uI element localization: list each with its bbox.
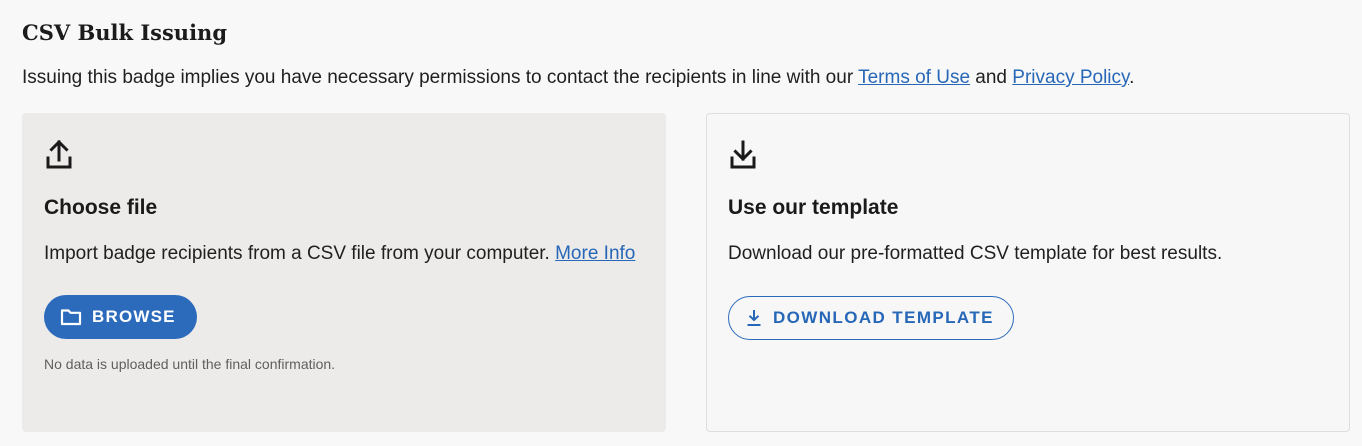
permissions-notice: Issuing this badge implies you have nece… — [22, 65, 1362, 91]
options-cards: Choose file Import badge recipients from… — [22, 113, 1350, 432]
choose-file-card: Choose file Import badge recipients from… — [22, 113, 666, 432]
permissions-notice-text: Issuing this badge implies you have nece… — [22, 67, 859, 88]
template-card: Use our template Download our pre-format… — [706, 113, 1350, 432]
upload-icon — [46, 139, 72, 169]
choose-file-heading: Choose file — [44, 196, 158, 219]
choose-file-description-text: Import badge recipients from a CSV file … — [44, 243, 556, 264]
and-text: and — [970, 67, 1013, 88]
folder-icon — [60, 309, 82, 326]
privacy-policy-link[interactable]: Privacy Policy — [1012, 67, 1129, 88]
upload-note: No data is uploaded until the final conf… — [44, 356, 336, 372]
download-small-icon — [747, 310, 761, 326]
more-info-link[interactable]: More Info — [555, 243, 635, 264]
browse-button-label: BROWSE — [92, 307, 176, 326]
choose-file-description: Import badge recipients from a CSV file … — [44, 240, 644, 267]
period-text: . — [1129, 67, 1135, 88]
download-template-button[interactable]: DOWNLOAD TEMPLATE — [728, 296, 1014, 340]
browse-button[interactable]: BROWSE — [44, 295, 197, 339]
download-template-label: DOWNLOAD TEMPLATE — [773, 308, 994, 327]
csv-bulk-issuing-section: CSV Bulk Issuing Issuing this badge impl… — [0, 0, 1362, 446]
template-heading: Use our template — [728, 196, 899, 219]
section-title: CSV Bulk Issuing — [22, 20, 228, 45]
download-icon — [730, 140, 756, 169]
terms-of-use-link[interactable]: Terms of Use — [858, 67, 970, 88]
template-description: Download our pre-formatted CSV template … — [728, 243, 1223, 264]
